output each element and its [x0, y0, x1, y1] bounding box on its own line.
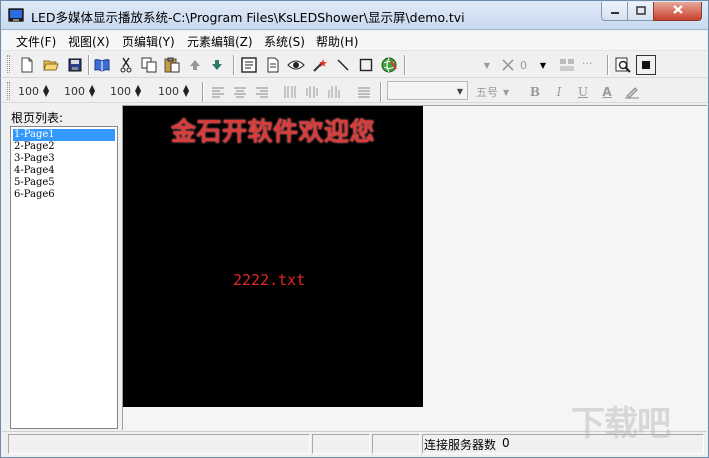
line-icon[interactable] [333, 55, 353, 75]
spin-arrows-icon[interactable]: ▲ ▼ [183, 84, 189, 98]
list-item[interactable]: 4-Page4 [13, 165, 115, 177]
rectangle-icon[interactable] [356, 55, 376, 75]
bold-button[interactable]: B [525, 82, 545, 102]
status-cell [372, 434, 420, 454]
maximize-button[interactable] [627, 2, 654, 21]
eye-icon[interactable] [286, 55, 306, 75]
led-title-text[interactable]: 金石开软件欢迎您 [153, 112, 393, 148]
menu-view[interactable]: 视图(X) [68, 33, 110, 50]
highlight-pen-icon[interactable] [622, 82, 642, 102]
align-center-icon[interactable] [230, 82, 250, 102]
save-icon[interactable] [65, 55, 85, 75]
font-color-button[interactable]: A [597, 82, 617, 102]
font-name-select[interactable]: ▼ [387, 81, 468, 100]
list-item[interactable]: 5-Page5 [13, 177, 115, 189]
menu-element-edit[interactable]: 元素编辑(Z) [187, 33, 253, 50]
spin-height[interactable]: 100 ▲ ▼ [64, 82, 95, 100]
text-page-icon[interactable] [239, 55, 259, 75]
effect-icon[interactable] [310, 55, 330, 75]
list-item[interactable]: 6-Page6 [13, 189, 115, 201]
toolbar-grip[interactable] [7, 55, 10, 73]
justify-icon[interactable] [354, 82, 374, 102]
menu-help[interactable]: 帮助(H) [316, 33, 358, 50]
spin-arrows-icon[interactable]: ▲ ▼ [135, 84, 141, 98]
spin-x[interactable]: 100 ▲ ▼ [110, 82, 141, 100]
spin-y[interactable]: 100 ▲ ▼ [158, 82, 189, 100]
menu-file[interactable]: 文件(F) [16, 33, 56, 50]
minimize-button[interactable] [601, 2, 628, 21]
status-cell [8, 434, 310, 454]
globe-icon[interactable] [379, 55, 399, 75]
align-left-icon[interactable] [208, 82, 228, 102]
align-right-icon[interactable] [252, 82, 272, 102]
list-item[interactable]: 1-Page1 [13, 129, 115, 141]
spin-y-value: 100 [158, 84, 179, 98]
toolbar-separator [404, 55, 406, 75]
menu-page-edit[interactable]: 页编辑(Y) [122, 33, 175, 50]
window-title: LED多媒体显示播放系统-C:\Program Files\KsLEDShowe… [31, 10, 465, 25]
close-button[interactable] [653, 2, 702, 21]
toolbar-separator [202, 82, 204, 102]
close-icon [672, 4, 684, 18]
main-window: LED多媒体显示播放系统-C:\Program Files\KsLEDShowe… [0, 0, 709, 458]
maximize-icon [635, 4, 646, 18]
open-folder-icon[interactable] [41, 55, 61, 75]
list-item[interactable]: 3-Page3 [13, 153, 115, 165]
new-file-icon[interactable] [17, 55, 37, 75]
server-count-value: 0 [502, 436, 510, 450]
zoom-icon[interactable] [613, 55, 633, 75]
page-list[interactable]: 1-Page1 2-Page2 3-Page3 4-Page4 5-Page5 … [10, 126, 118, 429]
toolbar-grip[interactable] [7, 82, 10, 100]
delete-dropdown-icon[interactable]: ▼ [538, 55, 548, 75]
delete-icon[interactable] [498, 55, 518, 75]
font-size-value: 五号 [476, 86, 498, 99]
align-grid-icon[interactable] [557, 55, 577, 75]
toolbar-separator [88, 55, 90, 75]
led-screen-preview[interactable]: 金石开软件欢迎您 2222.txt [123, 106, 423, 407]
move-down-icon[interactable] [207, 55, 227, 75]
more-options[interactable]: ··· [582, 54, 593, 72]
title-bar[interactable]: LED多媒体显示播放系统-C:\Program Files\KsLEDShowe… [1, 1, 708, 30]
italic-button[interactable]: I [549, 82, 569, 102]
document-icon[interactable] [263, 55, 283, 75]
menu-bar: 文件(F) 视图(X) 页编辑(Y) 元素编辑(Z) 系统(S) 帮助(H) [2, 31, 707, 51]
cut-icon[interactable] [116, 55, 136, 75]
copy-icon[interactable] [139, 55, 159, 75]
menu-system[interactable]: 系统(S) [264, 33, 305, 50]
led-app-icon [8, 8, 24, 22]
frame-icon[interactable] [636, 55, 656, 75]
font-size-select[interactable]: 五号 ▼ [476, 83, 509, 101]
format-toolbar: 100 ▲ ▼ 100 ▲ ▼ 100 ▲ ▼ 100 ▲ ▼ ▼ 五号 ▼ B I U A [2, 79, 707, 103]
toolbar-separator [233, 55, 235, 75]
move-up-icon[interactable] [185, 55, 205, 75]
led-file-text[interactable]: 2222.txt [233, 271, 305, 289]
spin-arrows-icon[interactable]: ▲ ▼ [43, 84, 49, 98]
spin-width-value: 100 [18, 84, 39, 98]
chevron-down-icon: ▼ [456, 87, 463, 96]
main-toolbar: ▼ 0 ▼ ··· [2, 52, 707, 78]
chevron-down-icon: ▼ [503, 87, 510, 97]
spin-x-value: 100 [110, 84, 131, 98]
spin-width[interactable]: 100 ▲ ▼ [18, 82, 49, 100]
status-cell [312, 434, 370, 454]
dropdown-arrow-icon[interactable]: ▼ [482, 55, 492, 75]
page-list-label: 根页列表: [11, 111, 64, 125]
delete-count: 0 [520, 58, 527, 72]
minimize-icon [610, 4, 620, 18]
spin-height-value: 100 [64, 84, 85, 98]
toolbar-separator [380, 82, 382, 102]
underline-button[interactable]: U [573, 82, 593, 102]
valign-middle-icon[interactable] [302, 82, 322, 102]
spin-arrows-icon[interactable]: ▲ ▼ [89, 84, 95, 98]
valign-bottom-icon[interactable] [324, 82, 344, 102]
server-count-label: 连接服务器数 [424, 438, 497, 452]
valign-top-icon[interactable] [280, 82, 300, 102]
toolbar-separator [607, 55, 609, 75]
watermark-logo: 下载吧 [571, 404, 671, 444]
list-item[interactable]: 2-Page2 [13, 141, 115, 153]
paste-icon[interactable] [162, 55, 182, 75]
book-icon[interactable] [92, 55, 112, 75]
